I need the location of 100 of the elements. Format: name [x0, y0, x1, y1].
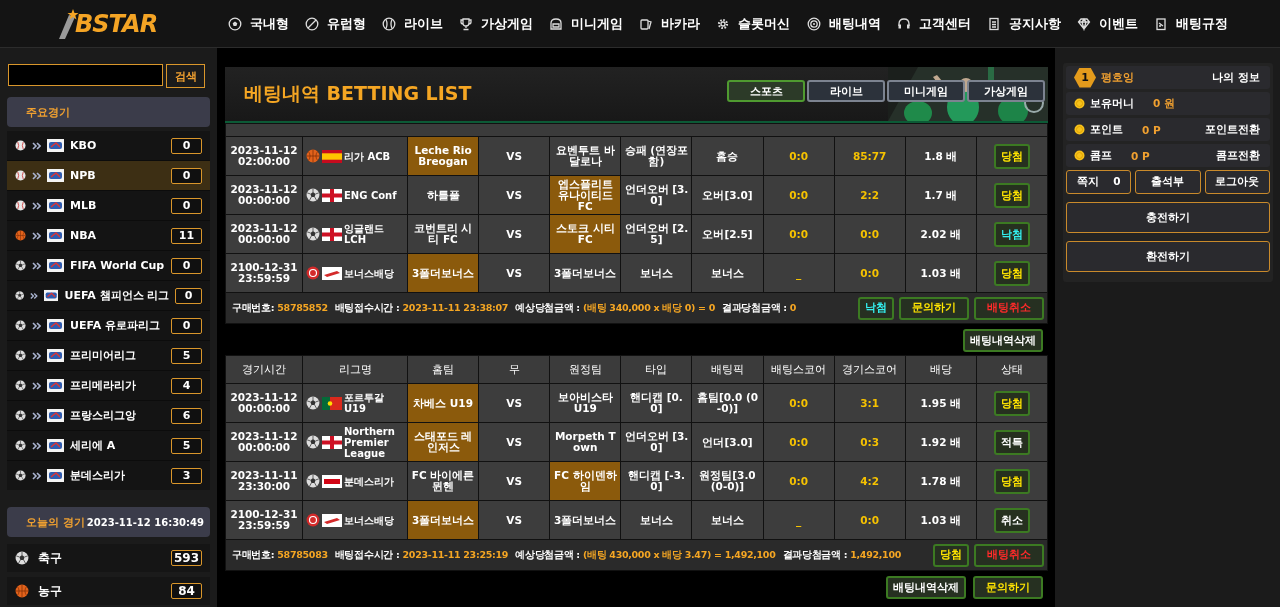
table-cell: 2023-11-11 23:30:00: [226, 462, 302, 500]
tab[interactable]: 가상게임: [967, 80, 1045, 102]
league-item[interactable]: 분데스리가 3: [7, 461, 210, 490]
table-cell: 보너스: [621, 501, 692, 539]
soccer-ball-icon: [15, 380, 26, 391]
table-cell: 코번트리 시티 FC: [408, 215, 479, 253]
count-badge: 0: [171, 197, 202, 214]
table-cell: 2023-11-12 00:00:00: [226, 176, 302, 214]
table-cell: 3폴더보너스: [408, 501, 479, 539]
logo[interactable]: BSTAR: [55, 3, 215, 44]
document-icon: [986, 16, 1001, 31]
tab[interactable]: 스포츠: [727, 80, 805, 102]
convert-link[interactable]: 포인트전환: [1205, 122, 1260, 137]
nav-link[interactable]: 바카라: [639, 14, 701, 33]
coin-icon: [1074, 150, 1085, 161]
table-cell: 1.03 배: [905, 501, 976, 539]
column-header: 원정팀: [550, 356, 621, 383]
nav-link[interactable]: 공지사항: [986, 14, 1061, 33]
table-cell: 0:0: [763, 176, 834, 214]
soccer-ball-icon: [306, 435, 320, 449]
inquiry-button[interactable]: 문의하기: [973, 576, 1043, 599]
convert-link[interactable]: 콤프전환: [1216, 148, 1260, 163]
summary-field: 예상당첨금액 : (배팅 340,000 x 배당 0) = 0: [515, 301, 716, 315]
cancel-button[interactable]: 배팅취소: [974, 543, 1044, 567]
delete-button[interactable]: 배팅내역삭제: [886, 576, 966, 599]
table-cell: 2:2: [834, 176, 905, 214]
league-item[interactable]: UEFA 챔피언스 리그 0: [7, 281, 210, 310]
league-logo-icon: [47, 439, 64, 452]
sport-item[interactable]: 농구 84: [7, 577, 210, 605]
league-item[interactable]: NBA 11: [7, 221, 210, 250]
search-button[interactable]: 검색: [166, 64, 205, 88]
tab[interactable]: 라이브: [807, 80, 885, 102]
chevrons-icon: [32, 441, 41, 450]
table-cell: 오버[2.5]: [692, 215, 763, 253]
logo-icon: [322, 266, 342, 280]
delete-button[interactable]: 배팅내역삭제: [963, 329, 1043, 352]
panel-button[interactable]: 출석부: [1135, 170, 1201, 194]
tab[interactable]: 미니게임: [887, 80, 965, 102]
status-badge: 적특: [993, 429, 1030, 455]
league-item[interactable]: NPB 0: [7, 161, 210, 190]
page-title: 베팅내역 BETTING LIST: [244, 81, 472, 106]
table-cell: 0:0: [763, 215, 834, 253]
table-cell: Morpeth Town: [550, 423, 621, 461]
league-name: 분데스리가: [344, 475, 395, 487]
soccer-ball-icon: [306, 188, 320, 202]
league-item[interactable]: 프리미어리그 5: [7, 341, 210, 370]
table-cell: 3:1: [834, 384, 905, 422]
table-cell: 0:0: [763, 384, 834, 422]
count-badge: 11: [171, 227, 202, 244]
nav-link[interactable]: 국내형: [228, 14, 289, 33]
nav-link[interactable]: 유럽형: [305, 14, 367, 33]
nav-link[interactable]: 미니게임: [549, 14, 624, 33]
panel-button[interactable]: 로그아웃: [1204, 170, 1270, 194]
panel-button[interactable]: 환전하기: [1066, 241, 1270, 272]
nav-link[interactable]: 슬롯머신: [716, 14, 791, 33]
chevrons-icon: [32, 321, 41, 330]
table-cell: 0:3: [834, 423, 905, 461]
nav-link[interactable]: 이벤트: [1076, 14, 1138, 33]
table-cell: Leche Rio Breogan: [408, 137, 479, 175]
cancel-button[interactable]: 배팅취소: [974, 296, 1044, 320]
column-header: 무: [479, 356, 550, 383]
summary-field: 결과당첨금액 : 1,492,100: [782, 548, 901, 562]
nav-link[interactable]: 배팅규정: [1153, 14, 1228, 33]
column-header: 경기스코어: [834, 356, 905, 383]
table-cell: 3폴더보너스: [550, 254, 621, 292]
message-button[interactable]: 쪽지 0: [1066, 170, 1132, 194]
table-cell: 보너스: [621, 254, 692, 292]
status-badge: 당첨: [993, 143, 1030, 169]
nav-link[interactable]: 고객센터: [896, 14, 971, 33]
league-item[interactable]: KBO 0: [7, 131, 210, 160]
column-header: 배팅픽: [692, 356, 763, 383]
league-logo-icon: [47, 139, 64, 152]
inquiry-button[interactable]: 문의하기: [899, 296, 969, 320]
nav-link[interactable]: 배팅내역: [806, 14, 881, 33]
league-item[interactable]: 프리메라리가 4: [7, 371, 210, 400]
nav-link[interactable]: 가상게임: [459, 14, 534, 33]
sport-item[interactable]: 축구 593: [7, 544, 210, 572]
search-field[interactable]: [8, 64, 163, 86]
balance-value: 0 P: [1142, 123, 1161, 136]
panel-button[interactable]: 충전하기: [1066, 202, 1270, 233]
result-button[interactable]: 낙첨: [858, 296, 894, 320]
target-icon: [806, 16, 821, 31]
table-cell: VS: [479, 501, 550, 539]
soccer-ball-icon: [228, 16, 242, 31]
status-badge: 당첨: [993, 390, 1030, 416]
result-button[interactable]: 당첨: [933, 543, 969, 567]
league-item[interactable]: 프랑스리그앙 6: [7, 401, 210, 430]
my-info-link[interactable]: 나의 정보: [1212, 70, 1260, 85]
chevrons-icon: [32, 471, 41, 480]
league-item[interactable]: 세리에 A 5: [7, 431, 210, 460]
table-cell: 1.95 배: [905, 384, 976, 422]
count-badge: 5: [171, 437, 202, 454]
league-item[interactable]: MLB 0: [7, 191, 210, 220]
league-item[interactable]: UEFA 유로파리그 0: [7, 311, 210, 340]
balance-value: 0 P: [1131, 149, 1150, 162]
nav-link[interactable]: 라이브: [382, 14, 444, 33]
table-cell: 85:77: [834, 137, 905, 175]
table-cell: 원정팀[3.0 (0-0)]: [692, 462, 763, 500]
league-logo-icon: [47, 409, 64, 422]
league-item[interactable]: FIFA World Cup 0: [7, 251, 210, 280]
